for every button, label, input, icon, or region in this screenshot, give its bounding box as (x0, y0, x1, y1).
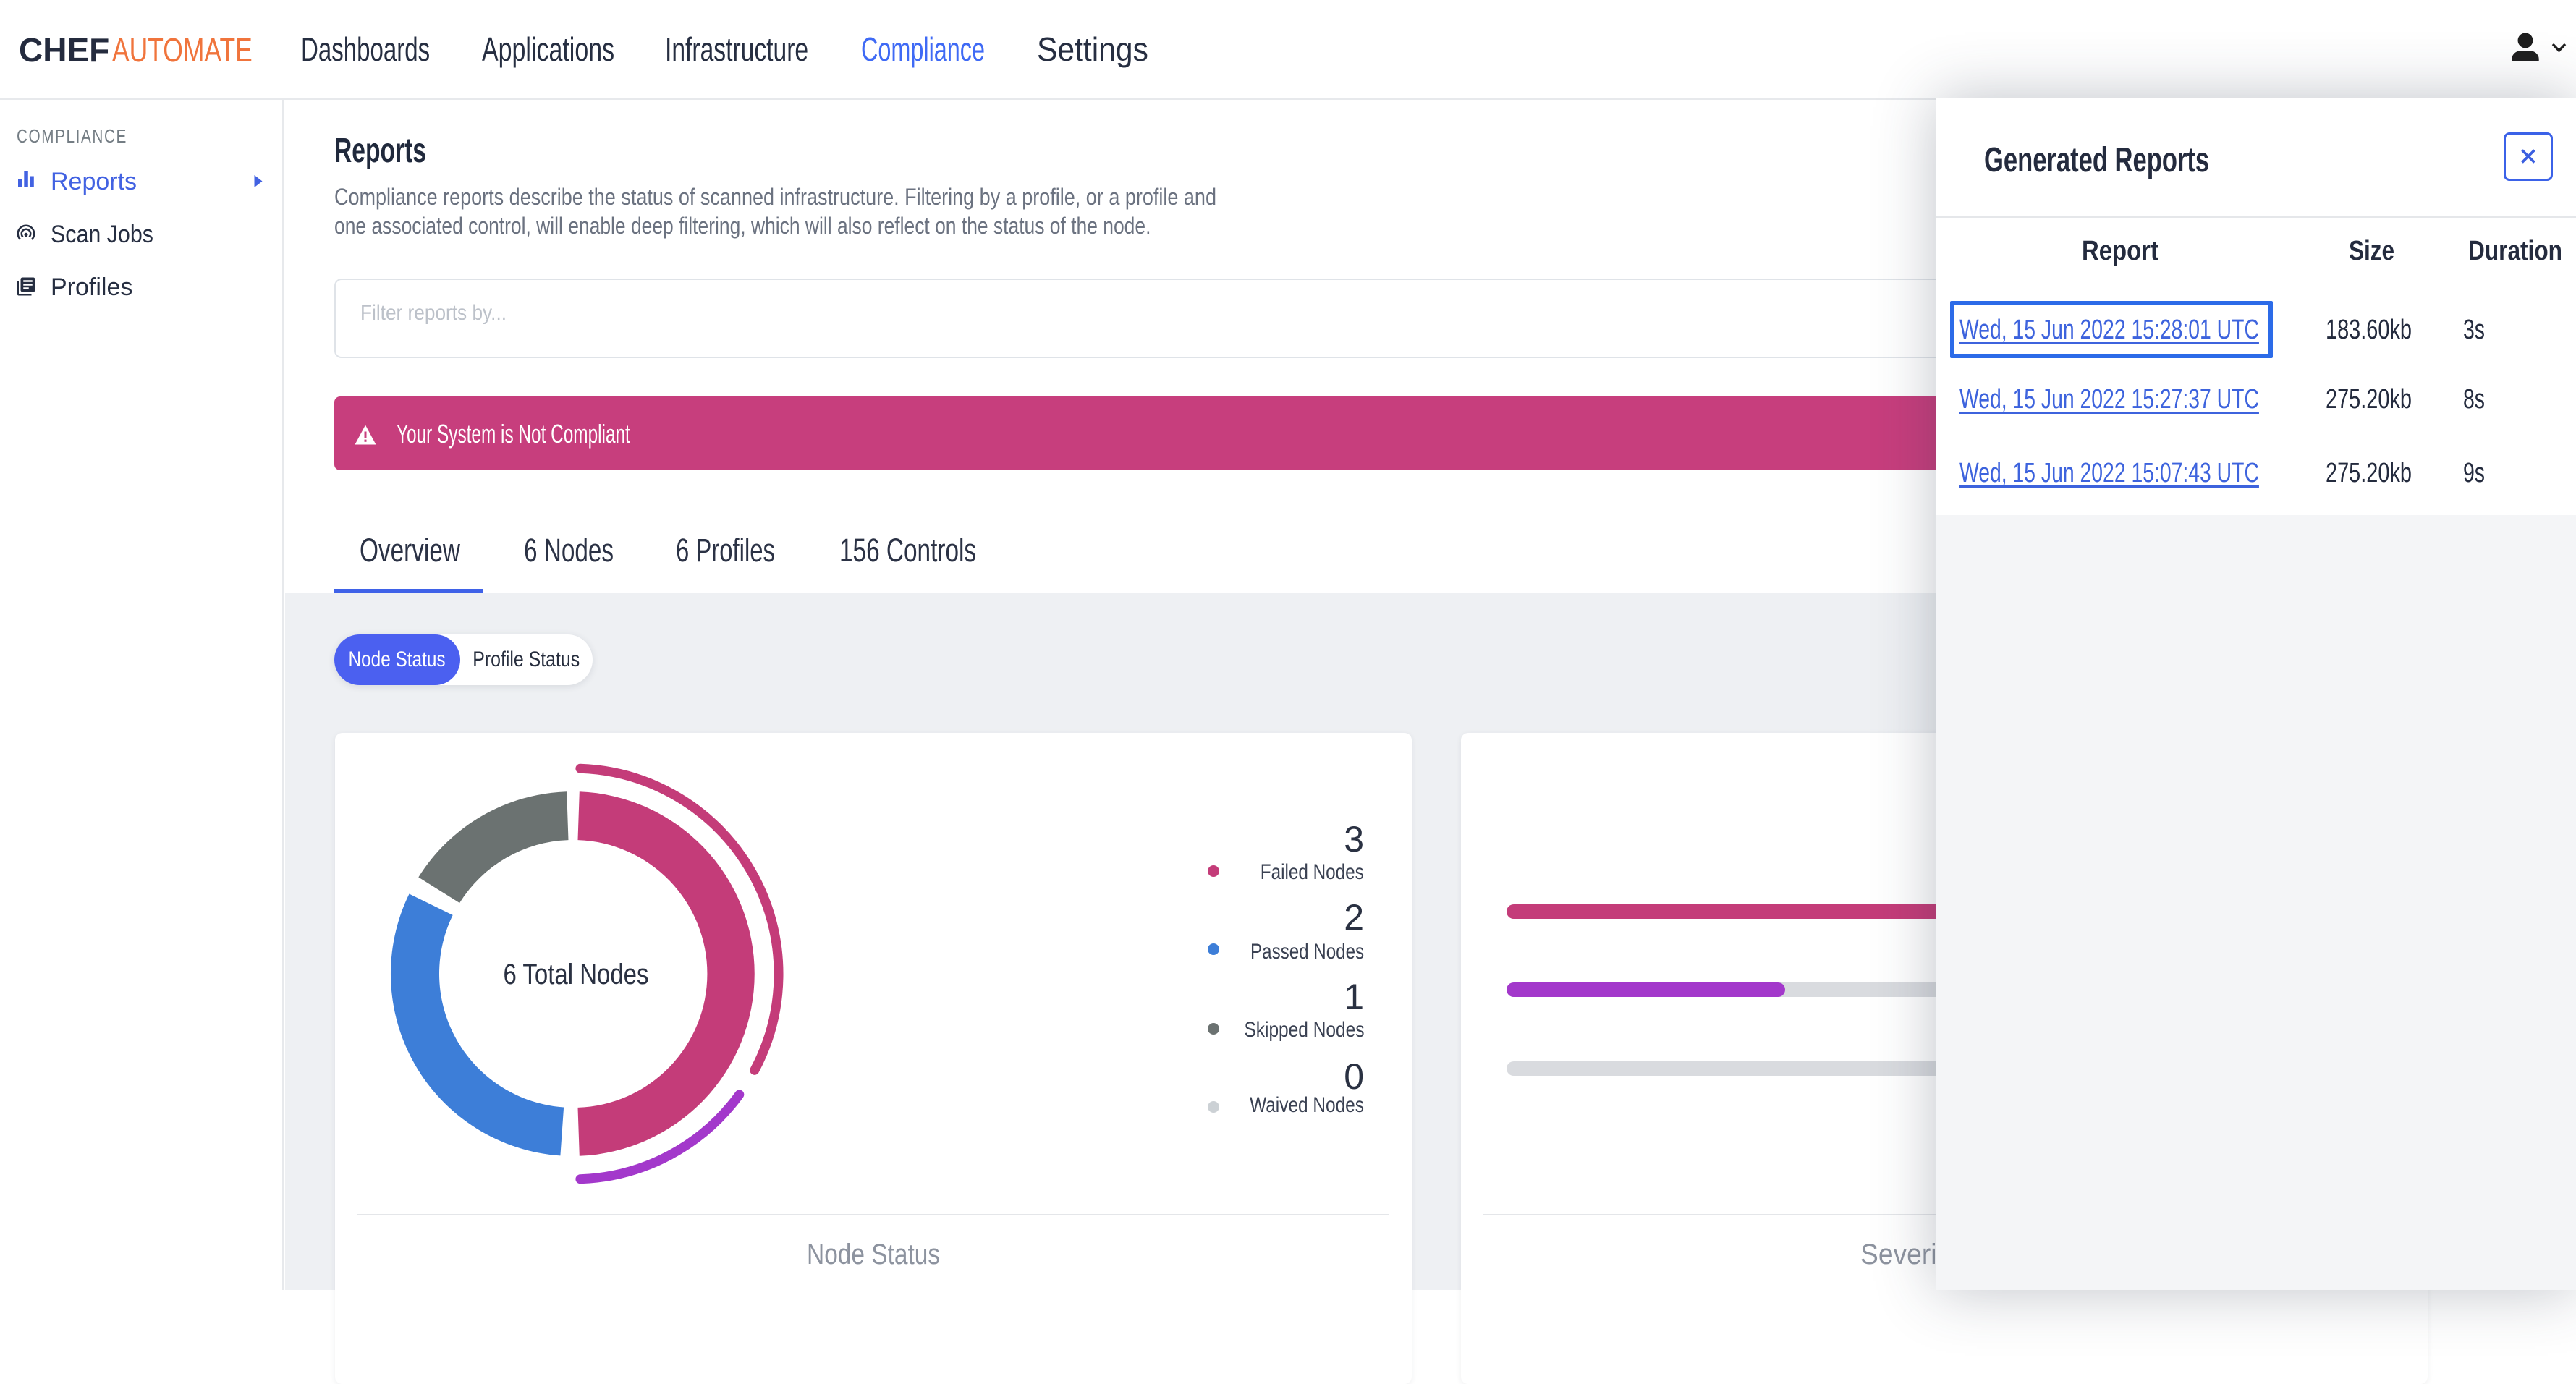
svg-text:6 Total Nodes: 6 Total Nodes (504, 959, 649, 990)
